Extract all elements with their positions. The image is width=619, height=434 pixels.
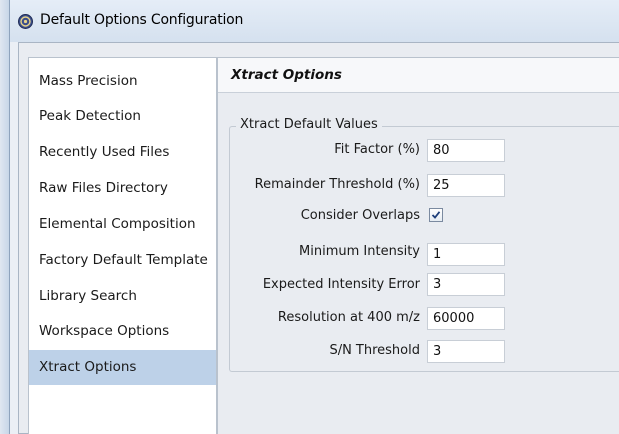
consider-overlaps-checkbox[interactable]	[429, 208, 443, 222]
expected-intensity-error-field[interactable]: 3	[427, 273, 505, 296]
minimum-intensity-label: Minimum Intensity	[299, 244, 420, 259]
group-layer: Xtract Default Values Fit Factor (%) 80 …	[0, 0, 619, 434]
xtract-default-values-group	[229, 126, 619, 372]
fit-factor-label: Fit Factor (%)	[334, 142, 420, 157]
consider-overlaps-label: Consider Overlaps	[300, 208, 420, 223]
remainder-threshold-label: Remainder Threshold (%)	[254, 177, 420, 192]
resolution-field[interactable]: 60000	[427, 307, 505, 330]
checkmark-icon	[431, 211, 441, 219]
expected-intensity-error-label: Expected Intensity Error	[262, 277, 420, 292]
screen: Default Options Configuration Mass Preci…	[0, 0, 619, 434]
sn-threshold-field[interactable]: 3	[427, 340, 505, 363]
resolution-label: Resolution at 400 m/z	[277, 310, 420, 325]
fit-factor-field[interactable]: 80	[427, 139, 505, 162]
minimum-intensity-field[interactable]: 1	[427, 243, 505, 266]
remainder-threshold-field[interactable]: 25	[427, 174, 505, 197]
sn-threshold-label: S/N Threshold	[329, 343, 420, 358]
group-title: Xtract Default Values	[236, 117, 382, 132]
